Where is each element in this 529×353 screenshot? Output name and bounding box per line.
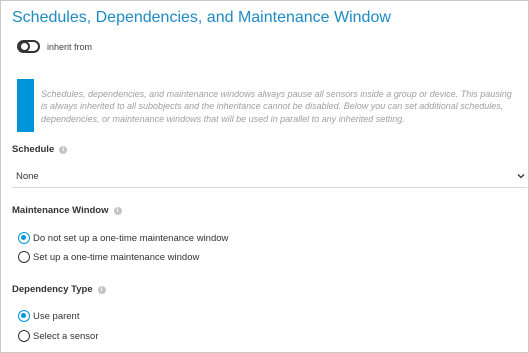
- maintenance-window-label-text: Maintenance Window: [12, 205, 109, 216]
- dependency-type-label: Dependency Type i: [12, 284, 106, 295]
- radio-button-selected[interactable]: [18, 310, 30, 322]
- schedule-select[interactable]: None: [12, 166, 527, 188]
- info-text: Schedules, dependencies, and maintenance…: [41, 89, 512, 124]
- chevron-down-icon: [517, 174, 525, 179]
- maintenance-window-label: Maintenance Window i: [12, 205, 122, 216]
- radio-setup-maintenance[interactable]: Set up a one-time maintenance window: [18, 251, 199, 263]
- radio-label: Do not set up a one-time maintenance win…: [33, 232, 229, 244]
- dependency-type-label-text: Dependency Type: [12, 284, 93, 295]
- radio-use-parent[interactable]: Use parent: [18, 310, 79, 322]
- info-box: Schedules, dependencies, and maintenance…: [17, 79, 517, 132]
- inherit-label: inherit from: [47, 41, 93, 52]
- radio-button-selected[interactable]: [18, 232, 30, 244]
- schedule-label: Schedule i: [12, 144, 68, 155]
- radio-button[interactable]: [18, 251, 30, 263]
- info-icon[interactable]: i: [97, 285, 106, 294]
- schedule-label-text: Schedule: [12, 144, 55, 155]
- info-icon[interactable]: i: [59, 145, 68, 154]
- radio-label: Use parent: [33, 310, 80, 322]
- radio-label: Select a sensor: [33, 330, 99, 342]
- schedule-select-value: None: [16, 171, 39, 182]
- radio-no-maintenance[interactable]: Do not set up a one-time maintenance win…: [18, 232, 228, 244]
- info-bar: [17, 79, 34, 132]
- inherit-toggle[interactable]: [17, 40, 40, 53]
- settings-panel: Schedules, Dependencies, and Maintenance…: [0, 0, 529, 353]
- radio-label: Set up a one-time maintenance window: [33, 251, 200, 263]
- radio-button[interactable]: [18, 330, 30, 342]
- inherit-toggle-row[interactable]: inherit from: [17, 40, 92, 53]
- toggle-knob: [19, 41, 30, 52]
- info-icon[interactable]: i: [113, 206, 122, 215]
- radio-select-sensor[interactable]: Select a sensor: [18, 330, 98, 342]
- section-title: Schedules, Dependencies, and Maintenance…: [12, 9, 391, 26]
